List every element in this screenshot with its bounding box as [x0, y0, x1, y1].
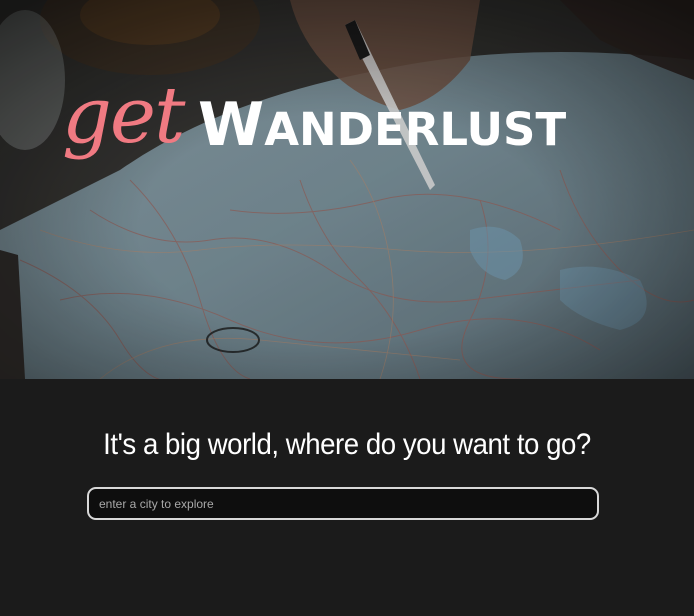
hero-banner: get WANDERLUST: [0, 0, 694, 379]
logo-wordmark: WANDERLUST: [198, 90, 566, 175]
page-heading: It's a big world, where do you want to g…: [103, 428, 591, 461]
city-search-input[interactable]: [87, 487, 599, 520]
logo-script-text: get: [62, 71, 185, 161]
search-section: It's a big world, where do you want to g…: [0, 379, 694, 616]
hero-background-image: [0, 0, 694, 379]
logo-initial: W: [198, 90, 265, 160]
logo-rest: ANDERLUST: [264, 103, 567, 156]
